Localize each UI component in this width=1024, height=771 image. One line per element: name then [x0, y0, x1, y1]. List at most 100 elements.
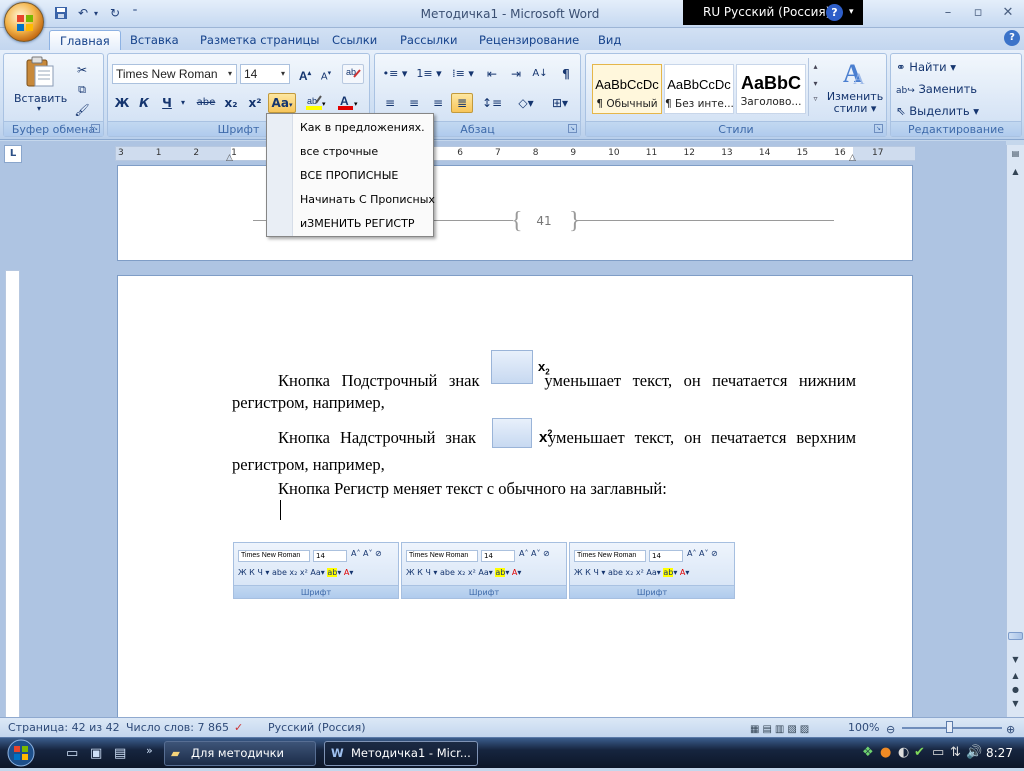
highlight-color-button[interactable]: ab ▾ [302, 93, 330, 113]
change-styles-button[interactable]: A A Изменить стили ▾ [826, 58, 884, 118]
tab-insert[interactable]: Вставка [120, 30, 189, 50]
browse-object-icon[interactable]: ● [1009, 685, 1022, 697]
align-left-icon[interactable]: ≡ [379, 93, 401, 113]
tray-network2-icon[interactable]: ⇅ [950, 745, 961, 760]
font-name-dropdown-icon[interactable]: ▾ [224, 65, 236, 83]
clipboard-launcher-icon[interactable]: ↘ [91, 124, 100, 133]
page-counter[interactable]: Страница: 42 из 42 [8, 718, 120, 737]
menu-item-toggle-case[interactable]: иЗМЕНИТЬ РЕГИСТР [300, 213, 414, 235]
tray-display-icon[interactable]: ▭ [932, 745, 944, 760]
tab-page-layout[interactable]: Разметка страницы [190, 30, 329, 50]
vertical-scrollbar[interactable]: ▤ ▲ ▼ ▲ ● ▼ [1006, 145, 1024, 717]
tab-view[interactable]: Вид [588, 30, 631, 50]
menu-item-sentence-case[interactable]: Как в предложениях. [300, 117, 425, 139]
shading-icon[interactable]: ◇▾ [511, 93, 541, 113]
styles-scroll[interactable]: ▴ ▾ ▿ [808, 58, 822, 116]
language-bar[interactable]: RU Русский (Россия) ? ▾ [683, 0, 863, 25]
redo-icon[interactable]: ↻ [106, 5, 124, 22]
bold-button[interactable]: Ж [112, 93, 132, 113]
language-options-icon[interactable]: ▾ [849, 0, 854, 25]
underline-dropdown-icon[interactable]: ▾ [178, 93, 188, 113]
align-right-icon[interactable]: ≡ [427, 93, 449, 113]
tab-mailings[interactable]: Рассылки [390, 30, 467, 50]
font-size-dropdown-icon[interactable]: ▾ [277, 65, 289, 83]
explorer-icon[interactable]: ▤ [114, 746, 126, 761]
increase-indent-icon[interactable]: ⇥ [505, 64, 527, 84]
undo-dropdown-icon[interactable]: ▾ [92, 5, 100, 22]
sort-icon[interactable]: A↓ [529, 64, 551, 84]
tab-home[interactable]: Главная [49, 30, 121, 50]
horizontal-ruler[interactable]: 31211234567891011121314151617 △ △ [115, 146, 915, 163]
style-heading[interactable]: AaBbC Заголово... [736, 64, 806, 114]
tray-network-icon[interactable]: ❖ [862, 745, 874, 760]
decrease-indent-icon[interactable]: ⇤ [481, 64, 503, 84]
taskbar-item-word[interactable]: W Методичка1 - Micr... [324, 741, 478, 766]
taskbar-item-folder[interactable]: ▰ Для методички [164, 741, 316, 766]
change-case-button[interactable]: Аа▾ [268, 93, 296, 113]
tray-security-icon[interactable]: ◐ [898, 745, 909, 760]
tab-selector[interactable]: L [4, 145, 22, 163]
show-marks-icon[interactable]: ¶ [555, 64, 577, 84]
undo-icon[interactable]: ↶ [74, 5, 92, 22]
clock[interactable]: 8:27 [986, 746, 1013, 760]
proofing-icon[interactable]: ✓ [234, 718, 243, 737]
grow-font-button[interactable]: A▴ [295, 64, 315, 84]
save-icon[interactable] [52, 5, 70, 22]
minimize-icon[interactable]: – [936, 4, 960, 22]
find-button[interactable]: ⚭ Найти ▾ [895, 57, 1019, 77]
styles-launcher-icon[interactable]: ↘ [874, 124, 883, 133]
switch-windows-icon[interactable]: ▣ [90, 746, 102, 761]
maximize-icon[interactable]: ▫ [966, 4, 990, 22]
multilevel-list-icon[interactable]: ⁞≡ ▾ [447, 64, 479, 84]
style-no-spacing[interactable]: AaBbCcDc ¶ Без инте... [664, 64, 734, 114]
customize-toolbar-icon[interactable]: ⁼ [128, 5, 142, 22]
select-button[interactable]: ⇖ Выделить ▾ [895, 101, 1019, 121]
paste-button[interactable]: Вставить ▾ [14, 56, 67, 114]
tab-references[interactable]: Ссылки [322, 30, 387, 50]
zoom-level[interactable]: 100% [848, 718, 879, 737]
next-page-icon[interactable]: ▼ [1009, 699, 1022, 711]
help-icon[interactable]: ? [826, 4, 843, 21]
style-normal[interactable]: AaBbCcDc ¶ Обычный [592, 64, 662, 114]
copy-icon[interactable]: ⧉ [72, 80, 92, 100]
view-buttons[interactable]: ▦▤▥▧▨ [750, 720, 838, 735]
format-painter-icon[interactable]: 🖌 [72, 100, 92, 120]
font-size-combo[interactable]: 14 ▾ [240, 64, 290, 84]
menu-item-capitalize[interactable]: Начинать С Прописных [300, 189, 435, 211]
clear-formatting-icon[interactable]: ab [342, 64, 364, 84]
shrink-font-button[interactable]: A▾ [316, 64, 336, 84]
font-name-combo[interactable]: Times New Roman ▾ [112, 64, 237, 84]
italic-button[interactable]: К [134, 93, 154, 113]
subscript-button[interactable]: x₂ [220, 93, 242, 113]
quick-launch-more-icon[interactable]: » [146, 744, 153, 757]
superscript-button[interactable]: x² [244, 93, 266, 113]
scroll-up-icon[interactable]: ▲ [1009, 165, 1022, 179]
menu-item-uppercase[interactable]: ВСЕ ПРОПИСНЫЕ [300, 165, 398, 187]
start-button[interactable] [4, 738, 46, 769]
right-indent-marker[interactable]: △ [849, 153, 856, 163]
replace-button[interactable]: ab↪ Заменить [895, 79, 1019, 99]
zoom-slider-thumb[interactable] [946, 721, 953, 733]
ruler-toggle-icon[interactable]: ▤ [1009, 147, 1022, 161]
paragraph-launcher-icon[interactable]: ↘ [568, 124, 577, 133]
tab-review[interactable]: Рецензирование [469, 30, 589, 50]
office-button[interactable] [4, 2, 44, 42]
close-icon[interactable]: ✕ [996, 4, 1020, 22]
bullets-icon[interactable]: •≡ ▾ [379, 64, 411, 84]
paragraph-subscript[interactable]: Кнопка Подстрочный знак x2 уменьшает тек… [232, 350, 856, 414]
show-desktop-icon[interactable]: ▭ [66, 746, 78, 761]
language-status[interactable]: Русский (Россия) [268, 718, 366, 737]
vertical-ruler[interactable] [5, 270, 20, 720]
strikethrough-button[interactable]: abe [194, 93, 218, 113]
word-count[interactable]: Число слов: 7 865 [126, 718, 229, 737]
font-color-button[interactable]: А ▾ [334, 93, 362, 113]
tray-antivirus-icon[interactable]: ● [880, 745, 891, 760]
align-center-icon[interactable]: ≡ [403, 93, 425, 113]
previous-page-icon[interactable]: ▲ [1009, 671, 1022, 683]
cut-icon[interactable]: ✂ [72, 60, 92, 80]
line-spacing-icon[interactable]: ↕≡ [477, 93, 507, 113]
ribbon-help-icon[interactable]: ? [1004, 30, 1020, 46]
left-indent-marker[interactable]: △ [226, 153, 233, 163]
scrollbar-thumb[interactable] [1008, 632, 1023, 640]
paragraph-case[interactable]: Кнопка Регистр меняет текст с обычного н… [278, 478, 856, 500]
